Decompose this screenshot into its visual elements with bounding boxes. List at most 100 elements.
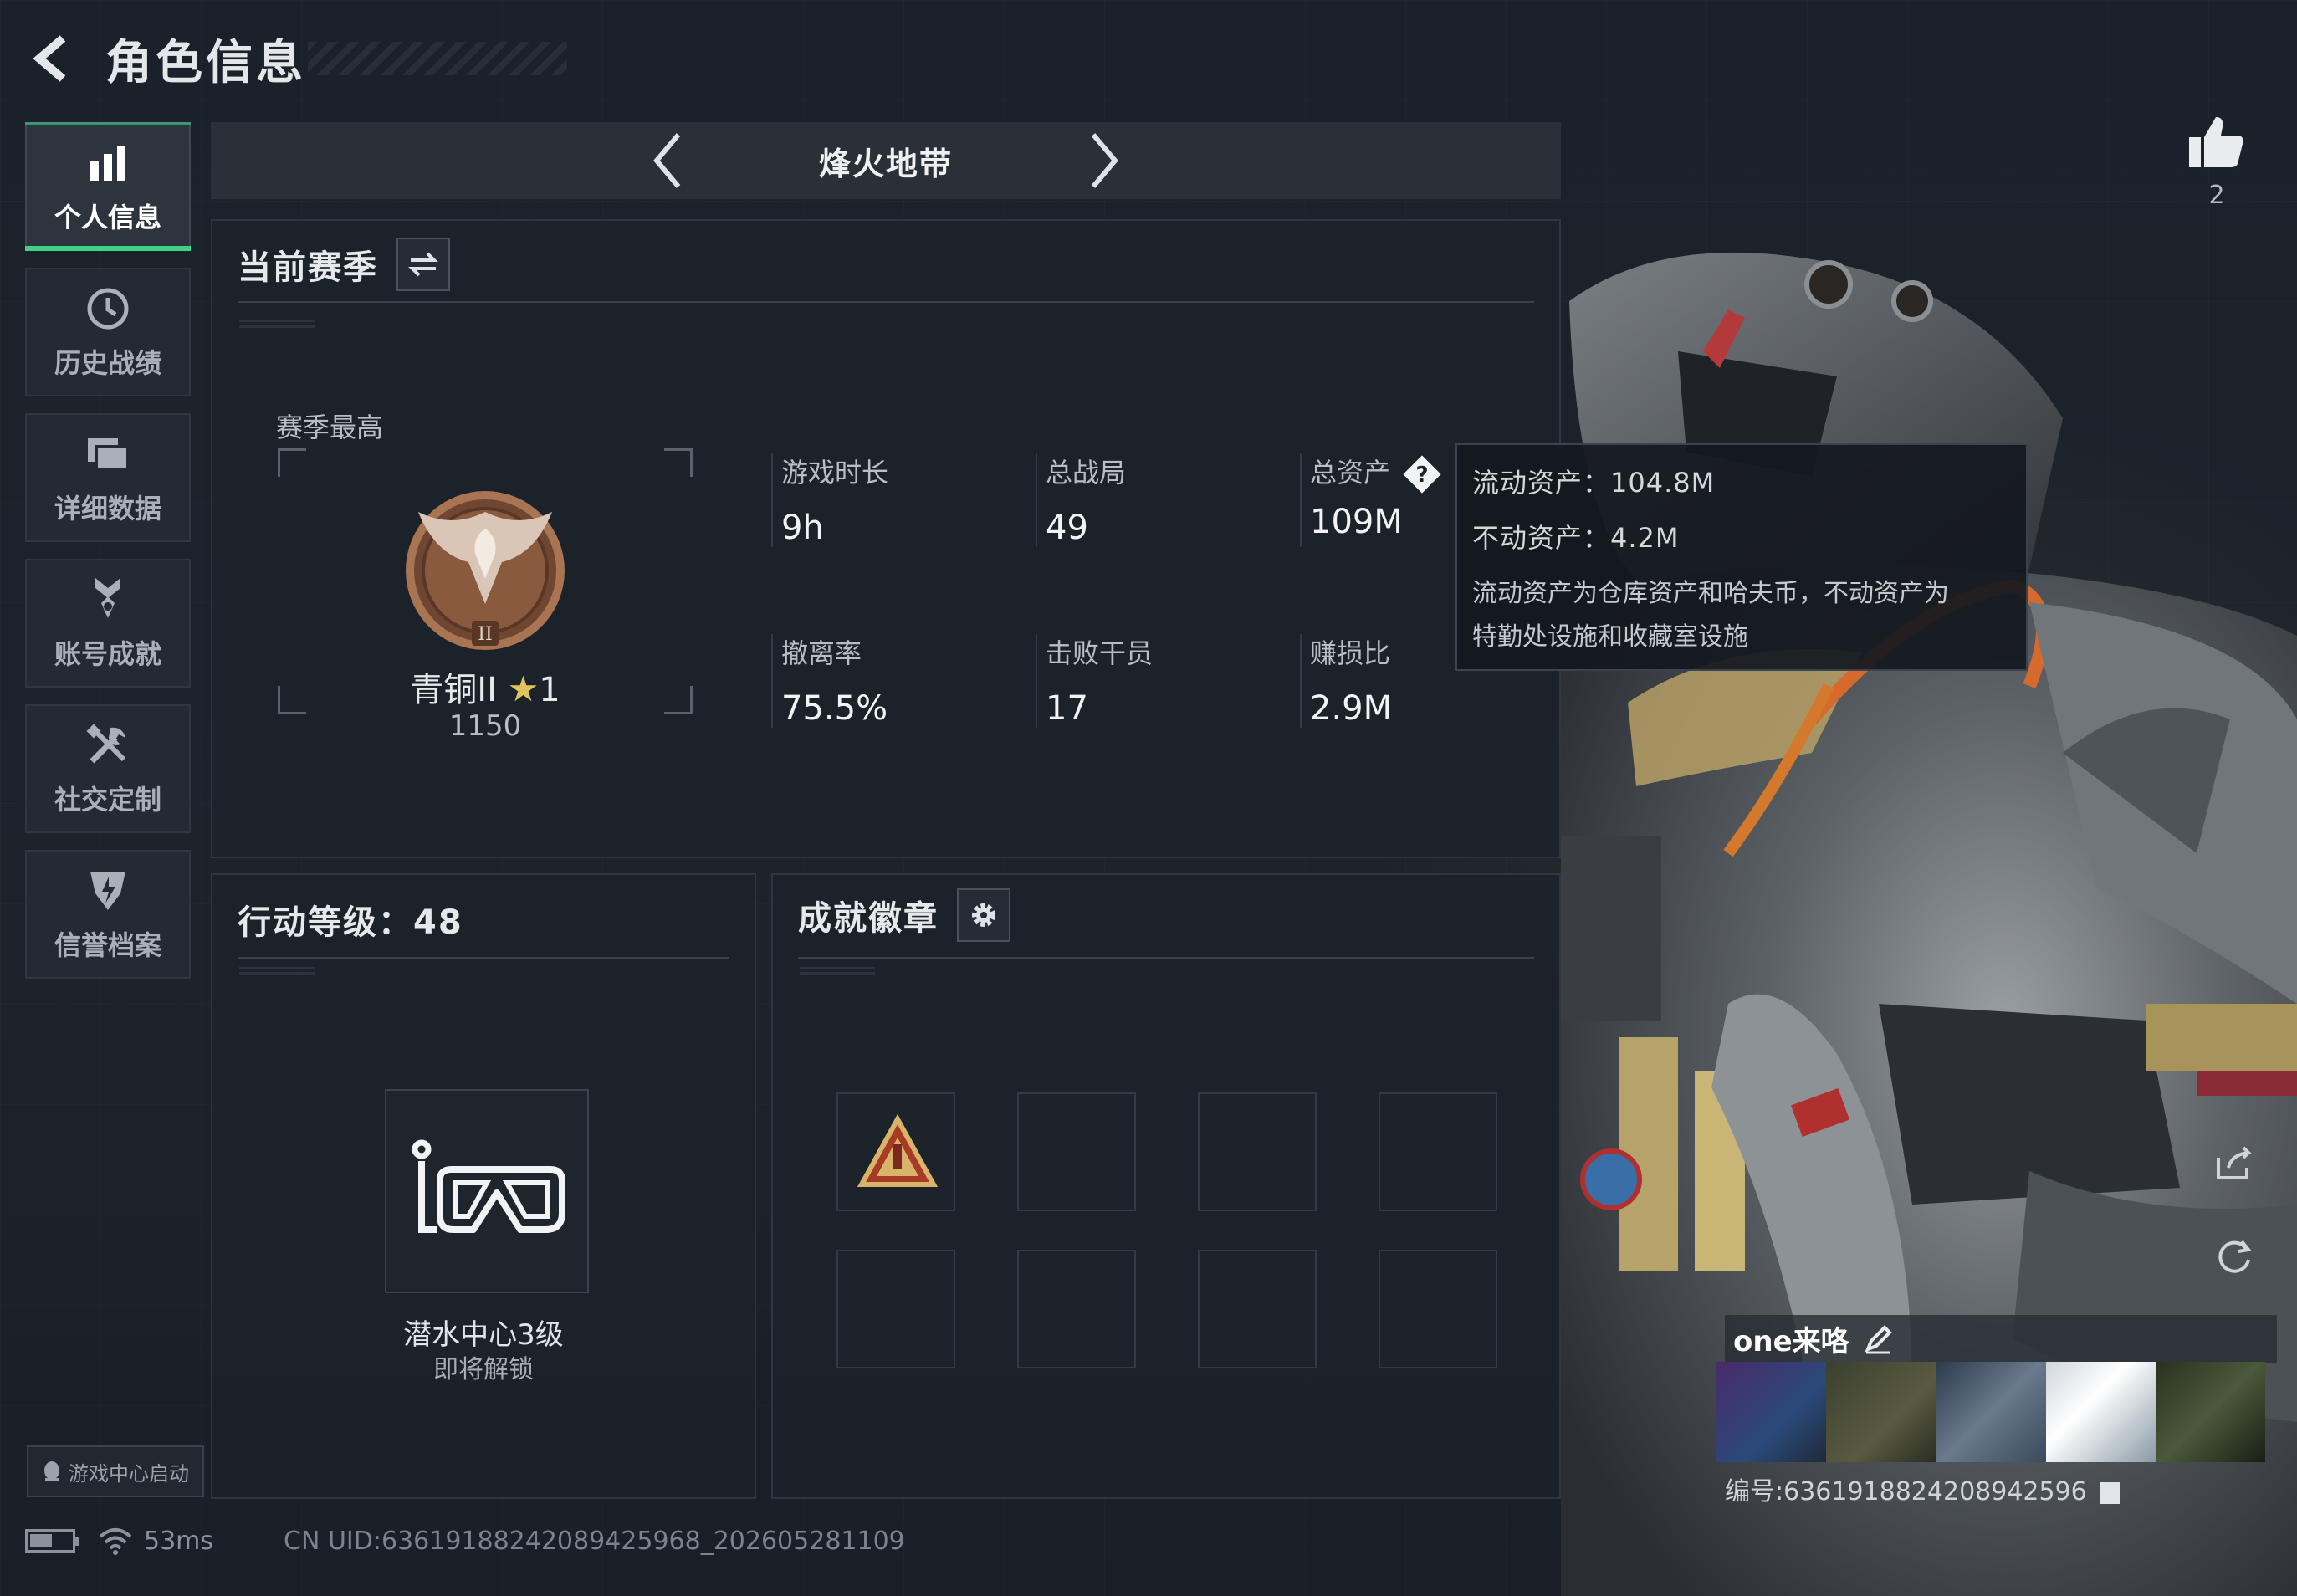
sidebar-item-social-custom[interactable]: 社交定制	[25, 704, 191, 833]
stat-value: 2.9M	[1310, 689, 1393, 728]
frame-corner	[664, 448, 693, 477]
share-icon[interactable]	[2205, 1134, 2264, 1193]
badge-slot[interactable]	[1198, 1092, 1317, 1211]
decor-lines	[800, 967, 875, 975]
level-reward-tile[interactable]	[385, 1089, 589, 1293]
page-title: 角色信息	[105, 35, 306, 90]
season-best-label: 赛季最高	[276, 412, 384, 443]
stat-label: 击败干员	[1046, 637, 1154, 669]
divider	[238, 957, 729, 959]
tooltip-note-line: 流动资产为仓库资产和哈夫币，不动资产为	[1472, 579, 1949, 608]
player-name-row: one来咯	[1725, 1315, 2277, 1363]
stat-value: 17	[1046, 689, 1088, 728]
next-mode-arrow-icon[interactable]	[1070, 127, 1137, 194]
level-reward-name: 潜水中心3级	[403, 1318, 564, 1352]
tooltip-fixed-assets: 不动资产：4.2M	[1472, 522, 1680, 554]
rank-stars: 1	[539, 671, 560, 709]
player-banner-image	[1716, 1362, 2266, 1462]
badge-slot[interactable]	[1017, 1092, 1136, 1211]
badge-slot[interactable]	[1198, 1250, 1317, 1368]
swap-arrows-icon	[408, 252, 438, 277]
stat-extract-rate: 撤离率 75.5%	[781, 632, 1032, 728]
back-arrow-icon[interactable]	[23, 29, 82, 88]
tooltip-note: 流动资产为仓库资产和哈夫币，不动资产为 特勤处设施和收藏室设施	[1472, 572, 2011, 659]
mode-title: 烽火地带	[818, 145, 953, 182]
page-header: 角色信息	[23, 25, 567, 92]
copy-icon[interactable]	[2100, 1481, 2121, 1504]
medal-icon	[83, 575, 133, 625]
divider	[771, 634, 773, 728]
prev-mode-arrow-icon[interactable]	[635, 127, 702, 194]
sidebar-nav: 个人信息 历史战绩 详细数据 账号成就 社交定制 信誉档案	[25, 122, 191, 995]
decor-lines	[239, 320, 315, 328]
wifi-icon	[99, 1527, 132, 1555]
player-id: 编号:6361918824208942596	[1725, 1471, 2121, 1507]
emblem-numeral: II	[478, 624, 492, 645]
sidebar-item-label: 信誉档案	[54, 929, 161, 961]
sidebar-item-label: 历史战绩	[54, 347, 161, 379]
season-panel-title: 当前赛季	[238, 248, 378, 287]
bar-chart-icon	[83, 138, 133, 188]
tools-icon	[83, 720, 133, 770]
frame-corner	[278, 448, 306, 477]
sidebar-item-credit-profile[interactable]: 信誉档案	[25, 850, 191, 979]
like-count: 2	[2208, 181, 2225, 210]
badge-slot[interactable]	[1379, 1092, 1497, 1211]
player-id-text: 编号:6361918824208942596	[1725, 1477, 2087, 1506]
level-panel-header: 行动等级：48	[238, 895, 463, 944]
sidebar-item-label: 个人信息	[54, 202, 161, 233]
network-ping: 53ms	[144, 1526, 214, 1556]
banner-segment	[1936, 1362, 2046, 1462]
stat-label: 总战局	[1046, 457, 1127, 489]
badge-slot[interactable]	[836, 1092, 955, 1211]
sidebar-item-personal-info[interactable]: 个人信息	[25, 122, 191, 251]
edit-pencil-icon[interactable]	[1861, 1322, 1895, 1356]
switch-season-button[interactable]	[396, 238, 450, 291]
bronze-eagle-rank-emblem: II	[402, 478, 569, 654]
badge-slot[interactable]	[1379, 1250, 1497, 1368]
stat-label: 总资产	[1310, 457, 1391, 489]
title-stripes-decoration	[308, 42, 567, 75]
badge-settings-button[interactable]	[957, 888, 1010, 942]
sidebar-item-achievements[interactable]: 账号成就	[25, 559, 191, 688]
badge-slot[interactable]	[836, 1250, 955, 1368]
rank-name-row: 青铜II ★1	[278, 662, 693, 711]
badges-panel-title: 成就徽章	[798, 899, 939, 938]
banner-segment	[1716, 1362, 1827, 1462]
divider	[1300, 634, 1302, 728]
tooltip-liquid-assets: 流动资产：104.8M	[1472, 467, 1716, 499]
stat-operators-killed: 击败干员 17	[1046, 632, 1297, 728]
stat-play-time: 游戏时长 9h	[781, 452, 1032, 547]
rank-name: 青铜II	[410, 671, 497, 709]
badges-panel-header: 成就徽章	[798, 888, 1010, 942]
like-button[interactable]: 2	[2183, 114, 2250, 210]
achievement-badges-panel: 成就徽章	[771, 873, 1561, 1499]
season-panel-header: 当前赛季	[238, 238, 450, 291]
sidebar-item-label: 详细数据	[54, 493, 161, 524]
game-center-launch-button[interactable]: 游戏中心启动	[27, 1445, 204, 1497]
sidebar-item-detail-data[interactable]: 详细数据	[25, 413, 191, 542]
thumbs-up-icon	[2189, 117, 2243, 167]
pyramid-badge-icon	[857, 1113, 939, 1187]
qq-penguin-icon	[42, 1460, 62, 1483]
stat-total-matches: 总战局 49	[1046, 452, 1297, 547]
sidebar-item-history[interactable]: 历史战绩	[25, 268, 191, 396]
banner-segment	[2045, 1362, 2156, 1462]
gear-icon	[972, 903, 995, 927]
level-reward-status: 即将解锁	[433, 1355, 534, 1384]
sidebar-item-label: 账号成就	[54, 638, 161, 670]
tooltip-note-line: 特勤处设施和收藏室设施	[1472, 622, 1748, 652]
rotate-model-icon[interactable]	[2205, 1226, 2264, 1285]
divider	[798, 957, 1534, 959]
banner-segment	[1826, 1362, 1936, 1462]
badge-slot[interactable]	[1017, 1250, 1136, 1368]
stat-value: 49	[1046, 509, 1088, 547]
divider	[238, 301, 1534, 303]
banner-segment	[2155, 1362, 2266, 1462]
svg-text:?: ?	[1415, 463, 1428, 488]
rank-display: II 青铜II ★1 1150	[278, 448, 693, 743]
battery-level-fill	[30, 1534, 53, 1547]
question-diamond-icon[interactable]: ?	[1400, 453, 1444, 496]
player-card: one来咯 编号:6361918824208942596	[1711, 1310, 2277, 1514]
cn-uid: CN UID:6361918824208942596​8_20260528110…	[284, 1526, 905, 1556]
